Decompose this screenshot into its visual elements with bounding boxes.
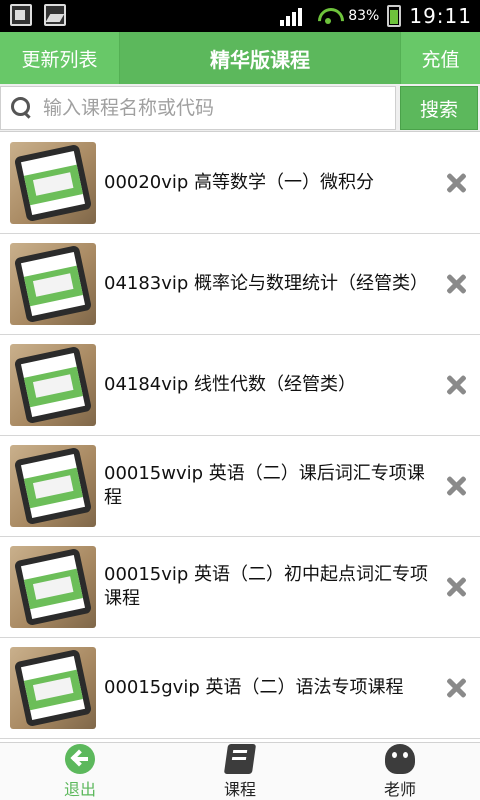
search-button[interactable]: 搜索 [400, 86, 478, 130]
close-icon[interactable] [444, 373, 468, 397]
search-input[interactable] [43, 97, 383, 119]
exit-icon [65, 743, 95, 774]
status-bar: 83% 19:11 [0, 0, 480, 32]
course-thumbnail [10, 546, 96, 628]
course-title: 04183vip 概率论与数理统计（经管类） [104, 273, 429, 294]
close-icon[interactable] [444, 676, 468, 700]
nav-item-teachers[interactable]: 老师 [320, 743, 480, 800]
list-item[interactable]: 00020vip 高等数学（一）微积分 [0, 133, 480, 234]
nav-label-teachers: 老师 [383, 779, 416, 799]
close-icon[interactable] [444, 575, 468, 599]
course-thumbnail [10, 445, 96, 527]
course-list: 00020vip 高等数学（一）微积分 04183vip 概率论与数理统计（经管… [0, 133, 480, 741]
course-thumbnail [10, 647, 96, 729]
list-item[interactable]: 00015vip 英语（二）初中起点词汇专项课程 [0, 537, 480, 638]
course-title: 00015gvip 英语（二）语法专项课程 [104, 677, 404, 698]
list-item[interactable]: 04184vip 线性代数（经管类） [0, 335, 480, 436]
recharge-button[interactable]: 充值 [400, 32, 480, 84]
battery-icon [387, 5, 402, 27]
nav-item-exit[interactable]: 退出 [0, 743, 160, 800]
course-thumbnail [10, 344, 96, 426]
course-title: 00015wvip 英语（二）课后词汇专项课程 [104, 463, 425, 508]
battery-percent: 83% [348, 8, 380, 24]
search-icon [11, 97, 33, 119]
notification-icon [10, 4, 32, 26]
bottom-nav: 退出 课程 老师 [0, 742, 480, 800]
nav-item-courses[interactable]: 课程 [160, 743, 320, 800]
nav-label-exit: 退出 [63, 779, 96, 799]
close-icon[interactable] [444, 474, 468, 498]
search-field[interactable] [0, 86, 396, 130]
status-right: 83% 19:11 [280, 0, 472, 32]
search-bar: 搜索 [0, 84, 480, 132]
course-title: 00020vip 高等数学（一）微积分 [104, 172, 375, 193]
photo-icon [44, 4, 66, 26]
close-icon[interactable] [444, 171, 468, 195]
refresh-list-button[interactable]: 更新列表 [0, 32, 120, 84]
course-title: 04184vip 线性代数（经管类） [104, 374, 357, 395]
close-icon[interactable] [444, 272, 468, 296]
page-title: 精华版课程 [210, 47, 310, 72]
app-header: 更新列表 精华版课程 充值 [0, 32, 480, 84]
list-item[interactable]: 00015wvip 英语（二）课后词汇专项课程 [0, 436, 480, 537]
clock: 19:11 [409, 4, 472, 28]
teacher-icon [385, 743, 415, 774]
book-icon [223, 743, 257, 774]
nav-label-courses: 课程 [223, 779, 256, 799]
list-item[interactable]: 04183vip 概率论与数理统计（经管类） [0, 234, 480, 335]
list-item[interactable]: 00015gvip 英语（二）语法专项课程 [0, 638, 480, 739]
mute-signal-icon [280, 6, 308, 26]
status-left [10, 4, 66, 26]
course-thumbnail [10, 142, 96, 224]
course-title: 00015vip 英语（二）初中起点词汇专项课程 [104, 564, 429, 609]
wifi-icon [316, 6, 340, 26]
course-thumbnail [10, 243, 96, 325]
